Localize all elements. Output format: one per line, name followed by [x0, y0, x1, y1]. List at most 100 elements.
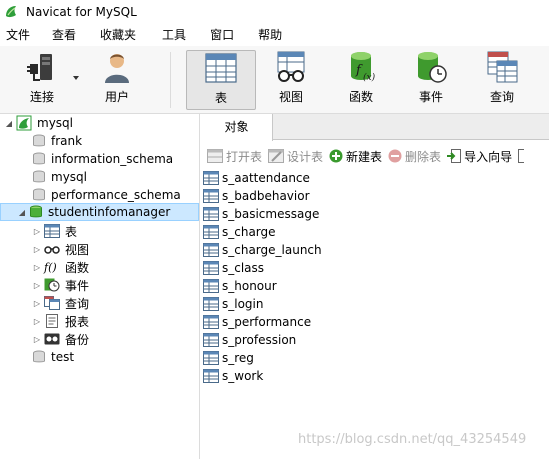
- collapse-arrow-icon[interactable]: ◢: [17, 207, 27, 217]
- expand-arrow-icon[interactable]: ▷: [32, 244, 42, 254]
- menu-window[interactable]: 窗口: [196, 24, 244, 46]
- list-item[interactable]: s_work: [203, 367, 263, 385]
- event-button[interactable]: 事件: [403, 50, 459, 110]
- database-icon: [33, 350, 45, 363]
- tree-connection-mysql[interactable]: ◢ mysql: [4, 114, 73, 132]
- table-icon: [203, 369, 219, 383]
- tree-node-views[interactable]: ▷ 视图: [32, 240, 89, 258]
- query-button[interactable]: 查询: [474, 50, 530, 110]
- tree-node-tables[interactable]: ▷ 表: [32, 222, 77, 240]
- table-name: s_badbehavior: [222, 189, 310, 203]
- list-item[interactable]: s_login: [203, 295, 263, 313]
- connect-dropdown-arrow-icon[interactable]: [73, 76, 79, 80]
- table-name: s_class: [222, 261, 265, 275]
- tree-label: test: [51, 350, 75, 364]
- list-item[interactable]: s_reg: [203, 349, 254, 367]
- menu-help[interactable]: 帮助: [244, 24, 292, 46]
- database-open-icon: [30, 205, 42, 218]
- database-icon: [33, 170, 45, 183]
- tree-label: studentinfomanager: [48, 205, 171, 219]
- tree-node-functions[interactable]: ▷ f() 函数: [32, 258, 89, 276]
- user-button[interactable]: 用户: [92, 50, 142, 110]
- list-item[interactable]: s_aattendance: [203, 169, 310, 187]
- menu-favorites[interactable]: 收藏夹: [86, 24, 146, 46]
- open-table-label: 打开表: [226, 149, 263, 164]
- tree-db-mysql[interactable]: mysql: [32, 168, 87, 186]
- expand-arrow-icon[interactable]: ▷: [32, 280, 42, 290]
- expand-arrow-icon[interactable]: ▷: [32, 226, 42, 236]
- design-table-button[interactable]: 设计表: [268, 148, 323, 165]
- user-label: 用户: [104, 90, 129, 104]
- tree-label: mysql: [37, 116, 73, 130]
- view-glasses-icon: [44, 246, 60, 254]
- connect-button[interactable]: 连接: [14, 50, 70, 110]
- tree-node-reports[interactable]: ▷ 报表: [32, 312, 89, 330]
- expand-arrow-icon[interactable]: ▷: [32, 316, 42, 326]
- import-wizard-button[interactable]: 导入向导: [447, 148, 512, 165]
- table-button[interactable]: 表: [186, 50, 256, 110]
- tree-db-frank[interactable]: frank: [32, 132, 82, 150]
- tree-node-queries[interactable]: ▷ 查询: [32, 294, 89, 312]
- delete-icon: [388, 149, 402, 163]
- tree-label: information_schema: [51, 152, 174, 166]
- database-icon: [33, 134, 45, 147]
- list-item[interactable]: s_performance: [203, 313, 311, 331]
- menu-file[interactable]: 文件: [0, 24, 40, 46]
- navicat-logo-icon: [6, 6, 16, 18]
- list-item[interactable]: s_basicmessage: [203, 205, 319, 223]
- window-title: Navicat for MySQL: [26, 5, 137, 19]
- table-icon: [203, 333, 219, 347]
- tree-db-performance-schema[interactable]: performance_schema: [32, 186, 181, 204]
- expand-arrow-icon[interactable]: ▷: [32, 262, 42, 272]
- table-icon: [203, 261, 219, 275]
- tree-db-studentinfomanager[interactable]: ◢ studentinfomanager: [0, 203, 199, 221]
- toolbar-separator: [170, 52, 171, 108]
- new-table-button[interactable]: 新建表: [329, 148, 382, 165]
- object-toolbar: 打开表 设计表 新建表 删除表 导入向导: [201, 145, 549, 167]
- tree-node-events[interactable]: ▷ 事件: [32, 276, 89, 294]
- table-name: s_charge_launch: [222, 243, 322, 257]
- open-table-button[interactable]: 打开表: [207, 148, 262, 165]
- list-item[interactable]: s_profession: [203, 331, 296, 349]
- tree-node-backups[interactable]: ▷ 备份: [32, 330, 89, 348]
- backup-icon: [44, 333, 60, 345]
- open-table-icon: [207, 149, 223, 163]
- tab-strip: 对象: [201, 114, 549, 141]
- collapse-arrow-icon[interactable]: ◢: [4, 118, 14, 128]
- tree-db-information-schema[interactable]: information_schema: [32, 150, 173, 168]
- view-button[interactable]: 视图: [262, 50, 320, 110]
- report-icon: [46, 314, 58, 328]
- tree-db-test[interactable]: test: [32, 348, 74, 366]
- menu-tools[interactable]: 工具: [146, 24, 196, 46]
- event-clock-icon: [44, 278, 60, 292]
- table-name: s_aattendance: [222, 171, 310, 185]
- table-icon: [203, 243, 219, 257]
- svg-text:(x): (x): [363, 72, 376, 83]
- table-icon: [203, 279, 219, 293]
- function-button[interactable]: f (x) 函数: [333, 50, 389, 110]
- menu-view[interactable]: 查看: [40, 24, 86, 46]
- add-icon: [329, 149, 343, 163]
- table-icon: [203, 315, 219, 329]
- list-item[interactable]: s_charge_launch: [203, 241, 322, 259]
- table-name: s_profession: [222, 333, 297, 347]
- tree-label: 表: [65, 224, 78, 239]
- list-item[interactable]: s_badbehavior: [203, 187, 310, 205]
- expand-arrow-icon[interactable]: ▷: [32, 298, 42, 308]
- list-item[interactable]: s_class: [203, 259, 264, 277]
- delete-table-button[interactable]: 删除表: [388, 148, 441, 165]
- tab-objects[interactable]: 对象: [201, 114, 273, 141]
- table-icon: [203, 297, 219, 311]
- table-icon: [44, 224, 60, 238]
- database-icon: [33, 188, 45, 201]
- list-item[interactable]: s_honour: [203, 277, 277, 295]
- tree-label: frank: [51, 134, 83, 148]
- table-icon: [203, 171, 219, 185]
- tree-label: 备份: [65, 332, 90, 347]
- expand-arrow-icon[interactable]: ▷: [32, 334, 42, 344]
- database-icon: [33, 152, 45, 165]
- object-panel: 对象 打开表 设计表 新建表 删除表 导入向导 s_aattendance s_…: [201, 114, 549, 459]
- export-wizard-button-partial[interactable]: [518, 149, 527, 163]
- list-item[interactable]: s_charge: [203, 223, 276, 241]
- tree-label: mysql: [51, 170, 87, 184]
